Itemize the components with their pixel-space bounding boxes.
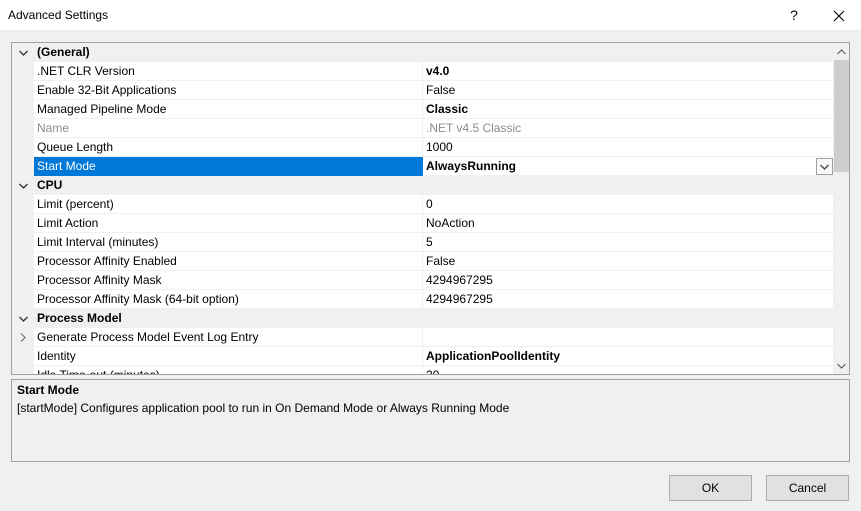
- close-button[interactable]: [816, 0, 861, 30]
- cancel-button[interactable]: Cancel: [766, 475, 849, 501]
- close-icon: [833, 10, 844, 22]
- category-background: [12, 309, 833, 328]
- property-value[interactable]: 4294967295: [423, 271, 833, 290]
- property-name: Idle Time-out (minutes): [34, 366, 423, 374]
- property-value[interactable]: 20: [423, 366, 833, 374]
- category-label: (General): [37, 45, 90, 59]
- row-gutter: [12, 233, 34, 252]
- chevron-down-icon: [837, 363, 846, 369]
- property-value[interactable]: [423, 328, 833, 347]
- property-name: Processor Affinity Mask: [34, 271, 423, 290]
- property-grid[interactable]: (General) .NET CLR Version v4.0 Enable 32-B…: [11, 42, 850, 375]
- property-row[interactable]: Enable 32-Bit Applications False: [12, 81, 833, 100]
- window-title: Advanced Settings: [8, 8, 109, 22]
- property-row[interactable]: Processor Affinity Mask 4294967295: [12, 271, 833, 290]
- row-gutter: [12, 290, 34, 309]
- property-value[interactable]: False: [423, 252, 833, 271]
- ok-button[interactable]: OK: [669, 475, 752, 501]
- property-value[interactable]: False: [423, 81, 833, 100]
- expand-toggle[interactable]: [12, 176, 34, 195]
- category-label: Process Model: [37, 311, 122, 325]
- property-row[interactable]: Start Mode AlwaysRunning: [12, 157, 833, 176]
- property-name: Limit Action: [34, 214, 423, 233]
- property-value[interactable]: v4.0: [423, 62, 833, 81]
- property-row[interactable]: Limit Action NoAction: [12, 214, 833, 233]
- row-gutter: [12, 347, 34, 366]
- row-gutter: [12, 195, 34, 214]
- property-row[interactable]: Limit (percent) 0: [12, 195, 833, 214]
- row-gutter: [12, 214, 34, 233]
- property-name: Name: [34, 119, 423, 138]
- value-dropdown-button[interactable]: [816, 158, 833, 175]
- property-row[interactable]: Processor Affinity Mask (64-bit option) 4…: [12, 290, 833, 309]
- property-name: Managed Pipeline Mode: [34, 100, 423, 119]
- scroll-down-button[interactable]: [833, 357, 849, 374]
- property-row[interactable]: Limit Interval (minutes) 5: [12, 233, 833, 252]
- property-row[interactable]: Idle Time-out (minutes) 20: [12, 366, 833, 374]
- property-value[interactable]: 1000: [423, 138, 833, 157]
- chevron-up-icon: [837, 48, 846, 54]
- property-value[interactable]: Classic: [423, 100, 833, 119]
- property-value[interactable]: .NET v4.5 Classic: [423, 119, 833, 138]
- category-label: CPU: [37, 178, 63, 192]
- description-panel: Start Mode [startMode] Configures applic…: [11, 379, 850, 462]
- property-row[interactable]: Processor Affinity Enabled False: [12, 252, 833, 271]
- property-row[interactable]: Managed Pipeline Mode Classic: [12, 100, 833, 119]
- vertical-scrollbar[interactable]: [833, 43, 849, 374]
- property-name: Start Mode: [34, 157, 423, 176]
- row-gutter: [12, 81, 34, 100]
- property-name: .NET CLR Version: [34, 62, 423, 81]
- chevron-down-icon: [18, 50, 28, 56]
- property-row[interactable]: Queue Length 1000: [12, 138, 833, 157]
- category-background: [12, 43, 833, 62]
- property-row[interactable]: Generate Process Model Event Log Entry: [12, 328, 833, 347]
- category-row[interactable]: CPU: [12, 176, 833, 195]
- category-background: [12, 176, 833, 195]
- title-bar: Advanced Settings ?: [0, 0, 861, 30]
- row-gutter: [12, 271, 34, 290]
- scroll-up-button[interactable]: [833, 43, 849, 60]
- row-gutter: [12, 62, 34, 81]
- category-row[interactable]: Process Model: [12, 309, 833, 328]
- row-gutter: [12, 157, 34, 176]
- property-name: Limit (percent): [34, 195, 423, 214]
- scroll-thumb[interactable]: [834, 60, 849, 172]
- property-value[interactable]: AlwaysRunning: [423, 157, 833, 176]
- property-row[interactable]: Name .NET v4.5 Classic: [12, 119, 833, 138]
- row-gutter: [12, 100, 34, 119]
- property-name: Processor Affinity Mask (64-bit option): [34, 290, 423, 309]
- chevron-down-icon: [18, 183, 28, 189]
- category-row[interactable]: (General): [12, 43, 833, 62]
- property-value[interactable]: 0: [423, 195, 833, 214]
- description-text: [startMode] Configures application pool …: [17, 401, 510, 415]
- property-name: Identity: [34, 347, 423, 366]
- property-grid-rows: (General) .NET CLR Version v4.0 Enable 32-B…: [12, 43, 833, 374]
- property-name: Generate Process Model Event Log Entry: [34, 328, 423, 347]
- property-name: Enable 32-Bit Applications: [34, 81, 423, 100]
- row-gutter: [12, 138, 34, 157]
- row-gutter: [12, 252, 34, 271]
- property-name: Queue Length: [34, 138, 423, 157]
- property-row[interactable]: .NET CLR Version v4.0: [12, 62, 833, 81]
- expand-toggle[interactable]: [12, 309, 34, 328]
- property-name: Processor Affinity Enabled: [34, 252, 423, 271]
- row-gutter: [12, 366, 34, 374]
- row-gutter: [12, 119, 34, 138]
- expand-toggle[interactable]: [12, 43, 34, 62]
- chevron-right-icon: [20, 333, 26, 342]
- property-value[interactable]: ApplicationPoolIdentity: [423, 347, 833, 366]
- property-value[interactable]: NoAction: [423, 214, 833, 233]
- property-name: Limit Interval (minutes): [34, 233, 423, 252]
- chevron-down-icon: [820, 164, 829, 170]
- help-button[interactable]: ?: [772, 0, 816, 30]
- property-value[interactable]: 5: [423, 233, 833, 252]
- description-title: Start Mode: [17, 383, 80, 397]
- property-row[interactable]: Identity ApplicationPoolIdentity: [12, 347, 833, 366]
- expand-toggle[interactable]: [12, 328, 34, 347]
- chevron-down-icon: [18, 316, 28, 322]
- property-value[interactable]: 4294967295: [423, 290, 833, 309]
